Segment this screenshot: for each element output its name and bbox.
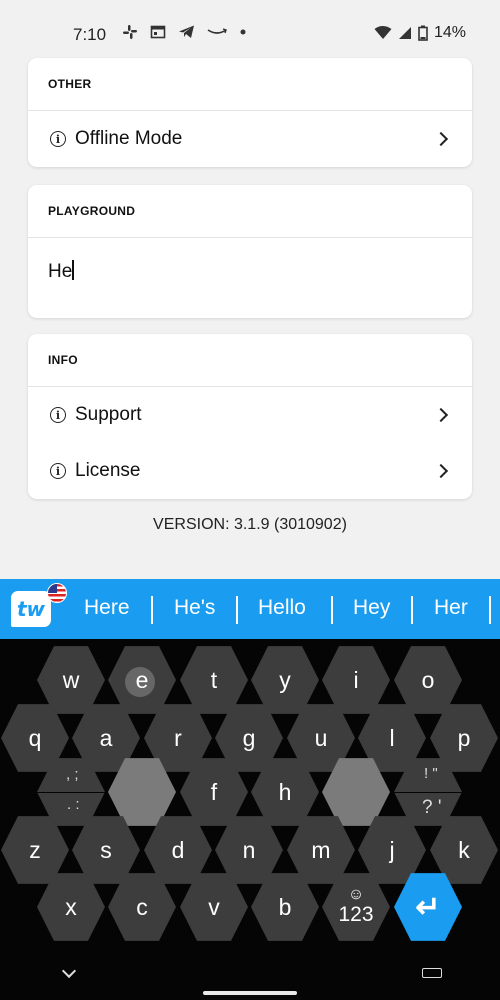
system-icons: 14%	[374, 24, 466, 42]
hide-keyboard-icon[interactable]	[61, 963, 77, 979]
offline-mode-label: Offline Mode	[75, 128, 183, 149]
suggestion-3[interactable]: Hello	[258, 596, 306, 620]
status-time: 7:10	[73, 25, 107, 44]
support-label: Support	[75, 404, 142, 425]
navigation-bar	[0, 955, 500, 1000]
suggestion-divider	[151, 596, 153, 624]
battery-percent: 14%	[433, 24, 466, 41]
playground-section: PLAYGROUND He	[28, 185, 472, 318]
calendar-icon	[150, 25, 166, 39]
keyboard-switch-icon[interactable]	[422, 968, 442, 978]
battery-icon	[418, 25, 428, 41]
home-gesture-bar[interactable]	[203, 991, 297, 995]
wifi-icon	[374, 26, 392, 39]
license-row[interactable]: i License	[28, 443, 472, 499]
chevron-right-icon	[433, 407, 449, 423]
info-section: INFO i Support i License	[28, 334, 472, 499]
suggestion-divider	[236, 596, 238, 624]
chevron-right-icon	[433, 131, 449, 147]
notification-icons	[122, 24, 247, 40]
hexagon-keyboard: w e t y i o q a r g u l p , ; . : f h ! …	[0, 639, 500, 1000]
amazon-icon	[207, 28, 227, 34]
key-press-highlight	[125, 667, 155, 697]
info-icon: i	[50, 407, 66, 423]
info-icon: i	[50, 463, 66, 479]
section-header-info: INFO	[28, 334, 472, 387]
text-caret	[72, 260, 74, 280]
info-icon: i	[50, 131, 66, 147]
section-header-playground: PLAYGROUND	[28, 185, 472, 238]
playground-input-value: He	[48, 261, 73, 282]
offline-mode-row[interactable]: i Offline Mode	[28, 111, 472, 167]
license-label: License	[75, 460, 141, 481]
exclamation-quote-label: ! "	[424, 765, 438, 782]
question-apostrophe-label: ? '	[422, 797, 442, 818]
suggestion-divider	[331, 596, 333, 624]
dot-icon	[240, 29, 246, 35]
typewise-logo-icon[interactable]: tw	[11, 591, 51, 627]
suggestion-divider	[411, 596, 413, 624]
suggestion-bar: tw Here He's Hello Hey Her	[0, 579, 500, 639]
suggestion-5[interactable]: Her	[434, 596, 468, 620]
suggestion-1[interactable]: Here	[84, 596, 130, 620]
section-header-other: OTHER	[28, 58, 472, 111]
suggestion-2[interactable]: He's	[174, 596, 215, 620]
support-row[interactable]: i Support	[28, 387, 472, 443]
chevron-right-icon	[433, 463, 449, 479]
slack-icon	[123, 25, 137, 39]
period-colon-label: . :	[67, 796, 80, 813]
status-bar: 7:10 14%	[0, 0, 500, 52]
suggestion-4[interactable]: Hey	[353, 596, 390, 620]
version-text: VERSION: 3.1.9 (3010902)	[153, 516, 347, 533]
comma-semicolon-label: , ;	[66, 766, 79, 783]
other-section: OTHER i Offline Mode	[28, 58, 472, 167]
us-flag-icon	[47, 583, 67, 603]
emoji-icon: ☺	[347, 886, 365, 903]
playground-input[interactable]: He	[28, 238, 472, 318]
signal-icon	[398, 27, 411, 39]
suggestion-divider	[489, 596, 491, 624]
telegram-icon	[179, 25, 194, 38]
numbers-label: 123	[338, 903, 374, 926]
